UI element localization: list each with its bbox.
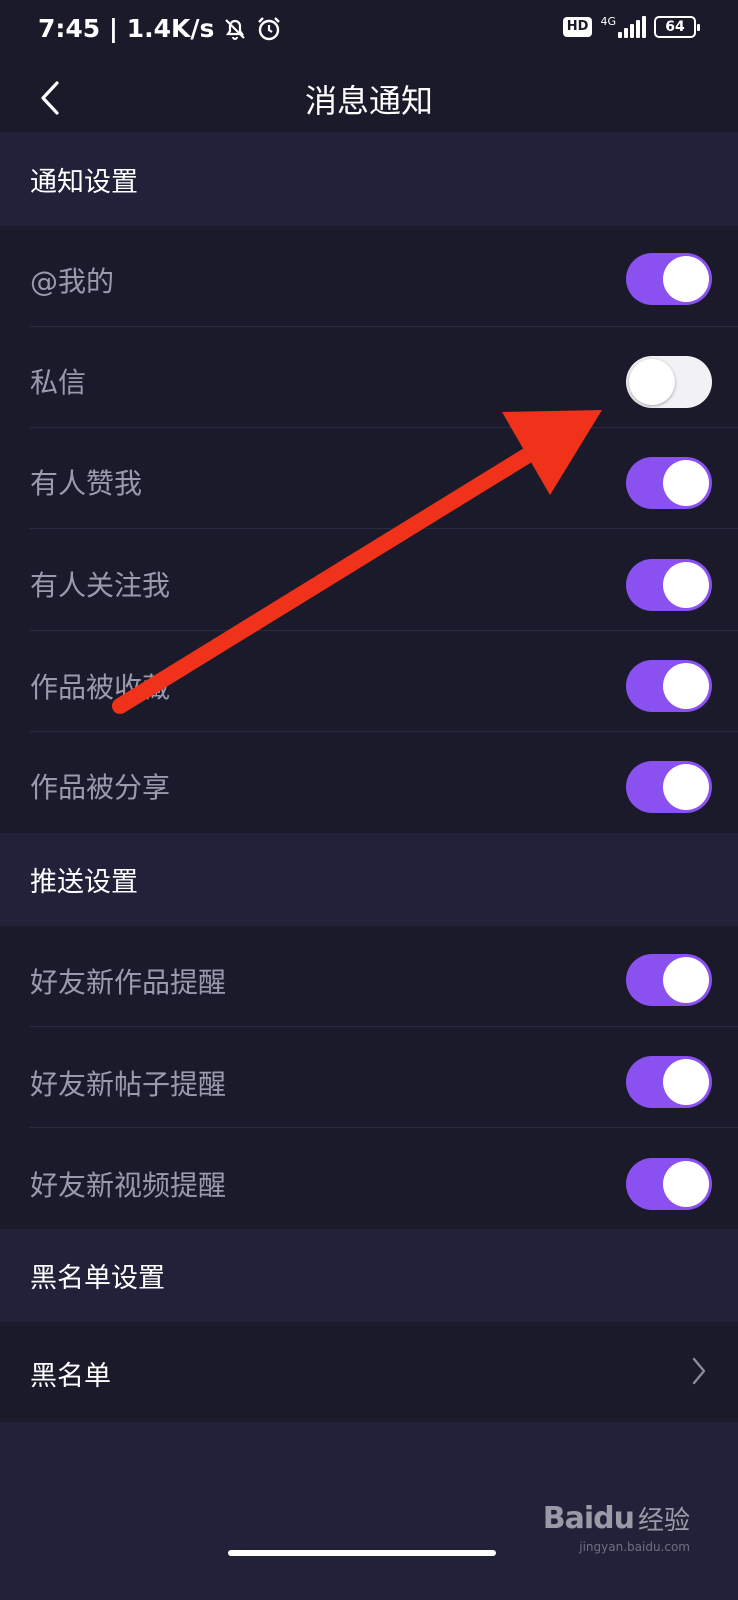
watermark-logo: Baidu bbox=[542, 1501, 635, 1536]
watermark-url: jingyan.baidu.com bbox=[579, 1540, 690, 1554]
signal-bars bbox=[618, 16, 646, 38]
mute-bell-icon bbox=[222, 16, 248, 42]
toggle-knob bbox=[663, 663, 709, 709]
toggle-knob bbox=[629, 359, 675, 405]
toggle-knob bbox=[663, 957, 709, 1003]
toggle-mentions[interactable] bbox=[626, 253, 712, 305]
toggle-follows[interactable] bbox=[626, 559, 712, 611]
setting-label: 作品被分享 bbox=[30, 771, 171, 804]
setting-label: 好友新作品提醒 bbox=[30, 966, 227, 999]
toggle-collected[interactable] bbox=[626, 660, 712, 712]
setting-label: 有人赞我 bbox=[30, 467, 143, 500]
setting-label: 作品被收藏 bbox=[30, 671, 171, 704]
setting-row-collected: 作品被收藏 bbox=[0, 631, 738, 732]
home-indicator[interactable] bbox=[228, 1550, 496, 1556]
section-header-push: 推送设置 bbox=[0, 833, 738, 926]
setting-row-friend-videos: 好友新视频提醒 bbox=[0, 1128, 738, 1229]
baidu-watermark: Baidu 经验 bbox=[543, 1500, 690, 1537]
setting-label: 好友新视频提醒 bbox=[30, 1169, 227, 1202]
toggle-friend-videos[interactable] bbox=[626, 1158, 712, 1210]
setting-label: 私信 bbox=[30, 366, 87, 399]
toggle-knob bbox=[663, 562, 709, 608]
toggle-shared[interactable] bbox=[626, 761, 712, 813]
signal-icon: 4G bbox=[600, 15, 646, 38]
status-bar: 7:45 | 1.4K/s HD 4G 64 bbox=[0, 0, 738, 64]
status-left: 7:45 | 1.4K/s bbox=[38, 14, 282, 43]
status-time-speed: 7:45 | 1.4K/s bbox=[38, 14, 215, 43]
status-right: HD 4G 64 bbox=[562, 15, 700, 38]
toggle-friend-works[interactable] bbox=[626, 954, 712, 1006]
toggle-likes[interactable] bbox=[626, 457, 712, 509]
watermark-text: 经验 bbox=[637, 1506, 690, 1536]
page-title: 消息通知 bbox=[304, 82, 433, 120]
setting-label: 好友新帖子提醒 bbox=[30, 1068, 227, 1101]
nav-bar: 消息通知 bbox=[0, 64, 738, 132]
chevron-right-icon bbox=[692, 1357, 706, 1385]
toggle-knob bbox=[663, 764, 709, 810]
setting-row-likes: 有人赞我 bbox=[0, 428, 738, 529]
network-label: 4G bbox=[600, 15, 616, 28]
toggle-knob bbox=[663, 460, 709, 506]
section-title: 通知设置 bbox=[30, 166, 138, 198]
toggle-knob bbox=[663, 256, 709, 302]
blacklist-item[interactable]: 黑名单 bbox=[0, 1322, 738, 1422]
hd-badge: HD bbox=[562, 17, 593, 37]
setting-row-mentions: @我的 bbox=[0, 226, 738, 327]
setting-row-friend-works: 好友新作品提醒 bbox=[0, 926, 738, 1027]
battery-level: 64 bbox=[665, 19, 685, 35]
setting-row-private-message: 私信 bbox=[0, 327, 738, 428]
toggle-knob bbox=[663, 1059, 709, 1105]
battery-icon: 64 bbox=[654, 16, 700, 38]
section-title: 黑名单设置 bbox=[30, 1263, 165, 1294]
blacklist-label: 黑名单 bbox=[30, 1361, 111, 1392]
setting-label: 有人关注我 bbox=[30, 569, 171, 602]
section-title: 推送设置 bbox=[30, 867, 138, 898]
setting-row-follows: 有人关注我 bbox=[0, 529, 738, 631]
alarm-clock-icon bbox=[256, 16, 282, 42]
section-header-notification: 通知设置 bbox=[0, 132, 738, 226]
setting-row-shared: 作品被分享 bbox=[0, 732, 738, 833]
toggle-friend-posts[interactable] bbox=[626, 1056, 712, 1108]
section-header-blacklist: 黑名单设置 bbox=[0, 1229, 738, 1322]
toggle-knob bbox=[663, 1161, 709, 1207]
setting-label: @我的 bbox=[30, 265, 115, 298]
setting-row-friend-posts: 好友新帖子提醒 bbox=[0, 1027, 738, 1128]
toggle-private-message[interactable] bbox=[626, 356, 712, 408]
